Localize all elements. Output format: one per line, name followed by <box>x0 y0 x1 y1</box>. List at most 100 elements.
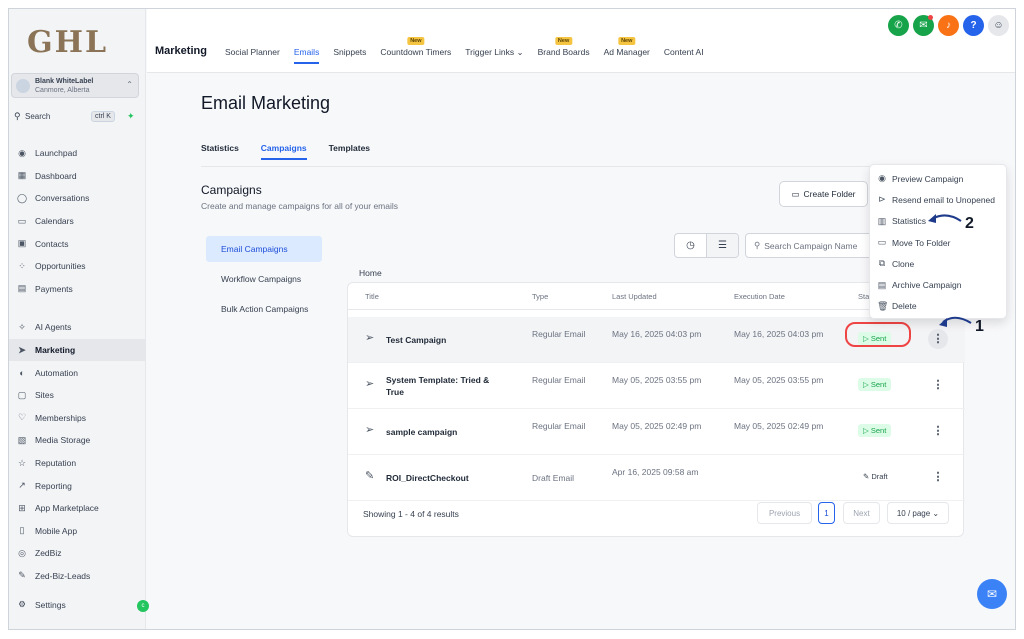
top-nav-ad-manager[interactable]: New Ad Manager <box>604 37 650 58</box>
sidebar-item-label: App Marketplace <box>35 503 99 514</box>
sidebar-item-automation[interactable]: ◐ Automation <box>9 361 146 384</box>
menu-item-clone[interactable]: ⧉ Clone <box>870 253 1006 274</box>
sidebar-item-settings[interactable]: ⚙ Settings <box>15 599 66 610</box>
top-nav-social-planner[interactable]: Social Planner <box>225 47 280 58</box>
sidebar-item-conversations[interactable]: ◯ Conversations <box>9 187 146 210</box>
sidebar-item-memberships[interactable]: ♡ Memberships <box>9 407 146 430</box>
search-input[interactable]: ⚲ Search Campaign Name <box>745 233 875 258</box>
sidebar-item-mobile-app[interactable]: ▯ Mobile App <box>9 520 146 543</box>
menu-item-delete[interactable]: 🗑 Delete <box>870 296 1006 317</box>
sidebar-item-app-marketplace[interactable]: ⊞ App Marketplace <box>9 497 146 520</box>
campaign-type: Draft Email <box>532 473 575 483</box>
menu-bulk-action-campaigns[interactable]: Bulk Action Campaigns <box>206 296 322 322</box>
menu-item-label: Clone <box>892 258 915 269</box>
avatar[interactable]: ☺ <box>988 15 1009 36</box>
sidebar-item-calendars[interactable]: ▭ Calendars <box>9 210 146 233</box>
create-folder-label: Create Folder <box>803 189 856 199</box>
view-toggle: ◷ ☰ <box>674 233 739 258</box>
folder-icon: ▭ <box>791 188 800 199</box>
clock-icon[interactable]: ◷ <box>675 234 706 257</box>
tab-templates[interactable]: Templates <box>329 143 370 153</box>
sidebar-item-payments[interactable]: ▤ Payments <box>9 278 146 301</box>
sidebar-item-reputation[interactable]: ☆ Reputation <box>9 452 146 475</box>
sidebar-item-label: Mobile App <box>35 525 78 536</box>
campaign-title[interactable]: ROI_DirectCheckout <box>386 472 506 484</box>
account-switcher[interactable]: Blank WhiteLabel Canmore, Alberta ⌃ <box>11 73 139 98</box>
menu-email-campaigns[interactable]: Email Campaigns <box>206 236 322 262</box>
menu-item-label: Delete <box>892 301 917 312</box>
top-bar: Marketing Social Planner Emails Snippets… <box>147 9 1015 73</box>
list-icon[interactable]: ☰ <box>706 234 738 257</box>
menu-item-move-to-folder[interactable]: ▭ Move To Folder <box>870 232 1006 253</box>
menu-item-archive[interactable]: ▤ Archive Campaign <box>870 274 1006 295</box>
apps-icon: ⊞ <box>18 502 26 513</box>
sidebar-item-contacts[interactable]: ▣ Contacts <box>9 232 146 255</box>
account-location: Canmore, Alberta <box>35 87 90 94</box>
tab-campaigns[interactable]: Campaigns <box>260 143 307 160</box>
chat-icon: ◯ <box>16 192 28 203</box>
menu-item-preview[interactable]: ◉ Preview Campaign <box>870 168 1006 189</box>
sidebar-item-reporting[interactable]: ↗ Reporting <box>9 474 146 497</box>
campaign-updated: May 16, 2025 04:03 pm <box>612 329 702 339</box>
sidebar-item-label: Opportunities <box>35 261 86 272</box>
page-1-button[interactable]: 1 <box>818 502 835 524</box>
more-options-icon[interactable]: ⋮ <box>928 421 948 441</box>
status-badge: ▷ Sent <box>858 378 892 391</box>
sidebar-item-ai-agents[interactable]: ✧ AI Agents <box>9 316 146 339</box>
sidebar-search[interactable]: ⚲ Search ctrl K ✦ <box>11 108 139 126</box>
tab-statistics[interactable]: Statistics <box>201 143 239 153</box>
sidebar-item-label: Reputation <box>35 458 77 469</box>
menu-item-resend[interactable]: ⊳ Resend email to Unopened <box>870 189 1006 210</box>
sidebar-item-launchpad[interactable]: ◉ Launchpad <box>9 142 146 165</box>
top-nav-trigger-links[interactable]: Trigger Links ⌄ <box>465 47 523 58</box>
send-icon: ➢ <box>365 424 375 436</box>
breadcrumb[interactable]: Home <box>359 268 382 278</box>
more-options-icon[interactable]: ⋮ <box>928 329 948 349</box>
previous-button[interactable]: Previous <box>757 502 812 524</box>
sidebar-item-media-storage[interactable]: ▧ Media Storage <box>9 429 146 452</box>
phone-icon[interactable]: ✆ <box>888 15 909 36</box>
sidebar-item-zedbiz[interactable]: ◎ ZedBiz <box>9 542 146 565</box>
chat-widget-icon[interactable]: ✉ <box>977 579 1007 609</box>
per-page-select[interactable]: 10 / page ⌄ <box>887 502 949 524</box>
megaphone-icon[interactable]: ✉ <box>913 15 934 36</box>
campaign-type: Regular Email <box>532 421 586 431</box>
account-name: Blank WhiteLabel <box>35 78 94 85</box>
top-nav-content-ai[interactable]: Content AI <box>664 47 704 58</box>
top-nav-brand-boards[interactable]: New Brand Boards <box>537 37 590 58</box>
highlight-ring <box>845 322 911 347</box>
sidebar-item-sites[interactable]: ▢ Sites <box>9 384 146 407</box>
sparkle-icon[interactable]: ✦ <box>127 111 135 122</box>
more-options-icon[interactable]: ⋮ <box>928 375 948 395</box>
sidebar-item-dashboard[interactable]: ▦ Dashboard <box>9 165 146 188</box>
table-row[interactable]: ➢ sample campaign Regular Email May 05, … <box>348 409 965 455</box>
sidebar-item-label: Contacts <box>35 238 69 249</box>
menu-item-label: Preview Campaign <box>892 173 964 184</box>
sidebar-item-opportunities[interactable]: ⁘ Opportunities <box>9 255 146 278</box>
sidebar-item-zed-biz-leads[interactable]: ✎ Zed-Biz-Leads <box>9 565 146 588</box>
campaign-title[interactable]: System Template: Tried & True <box>386 374 506 398</box>
campaign-title[interactable]: Test Campaign <box>386 334 506 346</box>
menu-item-statistics[interactable]: ▥ Statistics <box>870 211 1006 232</box>
zedbiz-icon: ◎ <box>18 547 26 558</box>
top-nav-label: Brand Boards <box>537 47 590 57</box>
top-nav-snippets[interactable]: Snippets <box>333 47 366 58</box>
status-badge: ▷ Sent <box>858 424 892 437</box>
bell-icon[interactable]: ♪ <box>938 15 959 36</box>
table-row[interactable]: ➢ System Template: Tried & True Regular … <box>348 363 965 409</box>
top-nav-countdown-timers[interactable]: New Countdown Timers <box>380 37 451 58</box>
help-icon[interactable]: ? <box>963 15 984 36</box>
sidebar-item-marketing[interactable]: ➤ Marketing <box>9 338 146 362</box>
sidebar-item-label: Calendars <box>35 216 74 227</box>
table-row[interactable]: ✎ ROI_DirectCheckout Draft Email Apr 16,… <box>348 455 965 501</box>
campaign-title[interactable]: sample campaign <box>386 426 506 438</box>
top-nav: Social Planner Emails Snippets New Countd… <box>225 37 718 64</box>
menu-workflow-campaigns[interactable]: Workflow Campaigns <box>206 266 322 292</box>
next-button[interactable]: Next <box>843 502 880 524</box>
nav-separator <box>9 300 146 316</box>
top-nav-emails[interactable]: Emails <box>293 47 319 64</box>
create-folder-button[interactable]: ▭ Create Folder <box>779 181 868 207</box>
sidebar-item-label: Media Storage <box>35 435 91 446</box>
send-icon: ➤ <box>18 344 26 355</box>
more-options-icon[interactable]: ⋮ <box>928 467 948 487</box>
